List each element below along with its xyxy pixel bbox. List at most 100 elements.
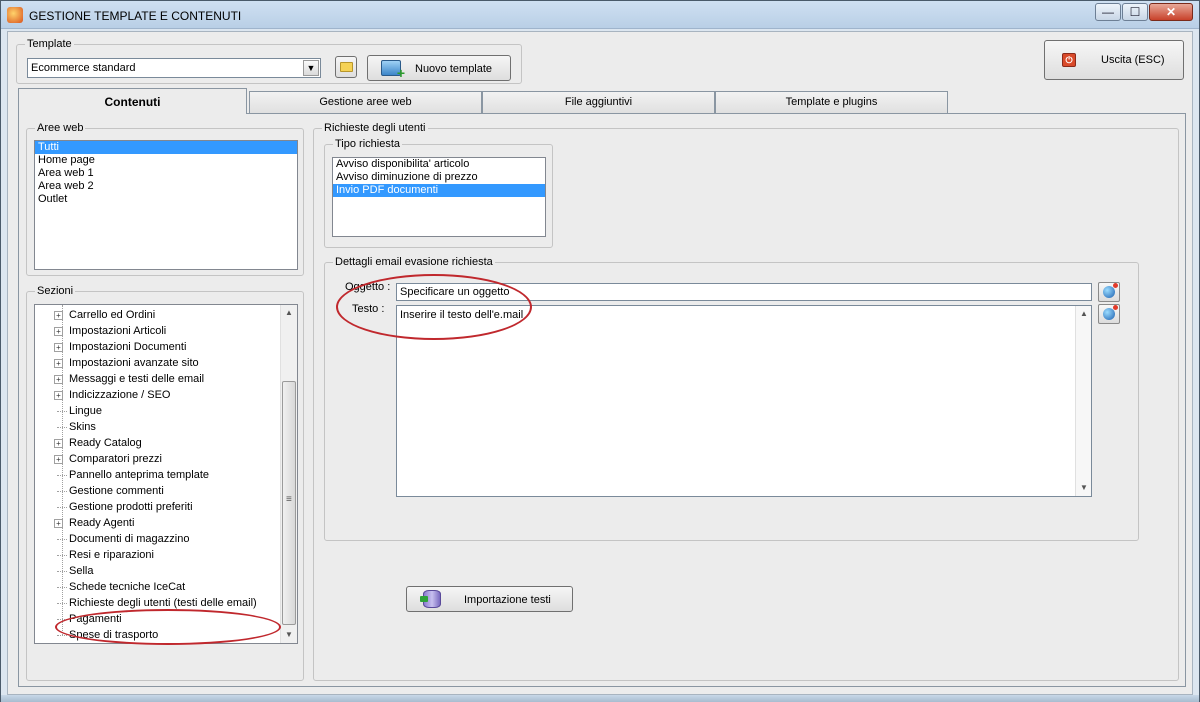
- maximize-button[interactable]: ☐: [1122, 3, 1148, 21]
- tree-connector: [57, 539, 67, 540]
- template-group-label: Template: [25, 38, 74, 50]
- tree-item[interactable]: Resi e riparazioni: [57, 547, 154, 563]
- list-item[interactable]: Area web 2: [35, 180, 297, 193]
- tree-connector: [57, 555, 67, 556]
- tree-item-label: Ready Catalog: [69, 437, 142, 449]
- tree-item[interactable]: Lingue: [57, 403, 102, 419]
- chevron-down-icon[interactable]: ▼: [303, 60, 319, 76]
- testo-textarea[interactable]: Inserire il testo dell'e.mail ▲ ▼: [396, 305, 1092, 497]
- tipo-richiesta-label: Tipo richiesta: [333, 138, 403, 150]
- tree-connector: [57, 475, 67, 476]
- tree-item[interactable]: Documenti di magazzino: [57, 531, 190, 547]
- tree-item-label: Gestione commenti: [69, 485, 164, 497]
- tree-item[interactable]: Gestione commenti: [57, 483, 164, 499]
- tree-item-label: Documenti di magazzino: [69, 533, 190, 545]
- tipo-richiesta-group: Tipo richiesta Avviso disponibilita' art…: [324, 138, 553, 248]
- title-bar: GESTIONE TEMPLATE E CONTENUTI — ☐ ✕: [1, 1, 1199, 29]
- tree-item-label: Indicizzazione / SEO: [69, 389, 171, 401]
- client-area: Template Ecommerce standard ▼ Nuovo temp…: [7, 31, 1193, 695]
- tab-gestione-aree-web[interactable]: Gestione aree web: [249, 91, 482, 113]
- expand-icon[interactable]: +: [54, 327, 63, 336]
- tree-connector: [57, 427, 67, 428]
- tree-connector: [57, 491, 67, 492]
- tab-contenuti[interactable]: Contenuti: [18, 88, 247, 114]
- sezioni-tree[interactable]: + Carrello ed Ordini + Impostazioni Articol…: [34, 304, 298, 644]
- power-icon: ⏻: [1062, 53, 1076, 67]
- tree-item-label: Messaggi e testi delle email: [69, 373, 205, 385]
- expand-icon[interactable]: +: [54, 311, 63, 320]
- tree-item[interactable]: + Messaggi e testi delle email: [54, 371, 205, 387]
- tree-item[interactable]: + Impostazioni Articoli: [54, 323, 167, 339]
- template-combo-value: Ecommerce standard: [31, 62, 136, 74]
- tab-file-aggiuntivi[interactable]: File aggiuntivi: [482, 91, 715, 113]
- tree-item[interactable]: + Impostazioni Documenti: [54, 339, 186, 355]
- tree-connector: [57, 507, 67, 508]
- tree-item[interactable]: + Ready Agenti: [54, 515, 135, 531]
- window-bottom-border: [1, 695, 1199, 702]
- app-icon: [7, 7, 23, 23]
- expand-icon[interactable]: +: [54, 455, 63, 464]
- scroll-down-icon[interactable]: ▼: [281, 627, 297, 643]
- minimize-button[interactable]: —: [1095, 3, 1121, 21]
- open-folder-button[interactable]: [335, 56, 357, 78]
- scroll-up-icon[interactable]: ▲: [281, 305, 297, 321]
- new-template-button[interactable]: Nuovo template: [367, 55, 511, 81]
- testo-scrollbar[interactable]: ▲ ▼: [1075, 306, 1091, 496]
- tree-item-label: Sella: [69, 565, 94, 577]
- tree-item[interactable]: Sella: [57, 563, 94, 579]
- list-item[interactable]: Invio PDF documenti: [333, 184, 545, 197]
- oggetto-insert-field-button[interactable]: [1098, 282, 1120, 302]
- list-item[interactable]: Tutti: [35, 141, 297, 154]
- tree-item[interactable]: Gestione prodotti preferiti: [57, 499, 193, 515]
- tree-item[interactable]: + Ready Catalog: [54, 435, 142, 451]
- tree-item[interactable]: + Indicizzazione / SEO: [54, 387, 171, 403]
- scroll-up-icon[interactable]: ▲: [1076, 306, 1091, 322]
- scroll-thumb[interactable]: ≡: [282, 381, 296, 625]
- tree-item-label: Richieste degli utenti (testi delle emai…: [69, 597, 257, 609]
- exit-button[interactable]: ⏻ Uscita (ESC): [1044, 40, 1184, 80]
- tree-item-label: Pannello anteprima template: [69, 469, 210, 481]
- grip-icon: ≡: [286, 494, 292, 505]
- window-title: GESTIONE TEMPLATE E CONTENUTI: [29, 9, 242, 23]
- expand-icon[interactable]: +: [54, 519, 63, 528]
- list-item[interactable]: Avviso disponibilita' articolo: [333, 158, 545, 171]
- new-template-icon: [381, 60, 405, 81]
- expand-icon[interactable]: +: [54, 375, 63, 384]
- scroll-down-icon[interactable]: ▼: [1076, 480, 1091, 496]
- tree-item-label: Ready Agenti: [69, 517, 135, 529]
- database-import-icon: [420, 590, 441, 608]
- tree-item[interactable]: Pannello anteprima template: [57, 467, 210, 483]
- expand-icon[interactable]: +: [54, 439, 63, 448]
- tree-item[interactable]: + Impostazioni avanzate sito: [54, 355, 199, 371]
- list-item[interactable]: Outlet: [35, 193, 297, 206]
- tree-item[interactable]: Skins: [57, 419, 96, 435]
- expand-icon[interactable]: +: [54, 391, 63, 400]
- tipo-richiesta-list[interactable]: Avviso disponibilita' articolo Avviso di…: [332, 157, 546, 237]
- template-group: Template Ecommerce standard ▼ Nuovo temp…: [16, 38, 522, 84]
- expand-icon[interactable]: +: [54, 343, 63, 352]
- tab-template-plugins[interactable]: Template e plugins: [715, 91, 948, 113]
- aree-web-group: Aree web Tutti Home page Area web 1 Area…: [26, 122, 304, 276]
- tree-item[interactable]: + Carrello ed Ordini: [54, 307, 155, 323]
- highlight-ring-fields: [336, 274, 532, 340]
- aree-web-label: Aree web: [35, 122, 86, 134]
- template-combo[interactable]: Ecommerce standard ▼: [27, 58, 321, 78]
- expand-icon[interactable]: +: [54, 359, 63, 368]
- list-item[interactable]: Area web 1: [35, 167, 297, 180]
- close-button[interactable]: ✕: [1149, 3, 1193, 21]
- sezioni-label: Sezioni: [35, 285, 76, 297]
- list-item[interactable]: Avviso diminuzione di prezzo: [333, 171, 545, 184]
- tree-item-label: Impostazioni avanzate sito: [69, 357, 199, 369]
- dettagli-email-label: Dettagli email evasione richiesta: [333, 256, 495, 268]
- tree-item[interactable]: + Comparatori prezzi: [54, 451, 162, 467]
- testo-insert-field-button[interactable]: [1098, 304, 1120, 324]
- richieste-label: Richieste degli utenti: [322, 122, 428, 134]
- tree-item-label: Impostazioni Articoli: [69, 325, 167, 337]
- sezioni-scrollbar[interactable]: ▲ ≡ ▼: [280, 305, 297, 643]
- import-texts-button[interactable]: Importazione testi: [406, 586, 573, 612]
- aree-web-list[interactable]: Tutti Home page Area web 1 Area web 2 Ou…: [34, 140, 298, 270]
- tree-item-label: Schede tecniche IceCat: [69, 581, 186, 593]
- tree-item[interactable]: Schede tecniche IceCat: [57, 579, 186, 595]
- list-item[interactable]: Home page: [35, 154, 297, 167]
- globe-icon: [1103, 305, 1118, 320]
